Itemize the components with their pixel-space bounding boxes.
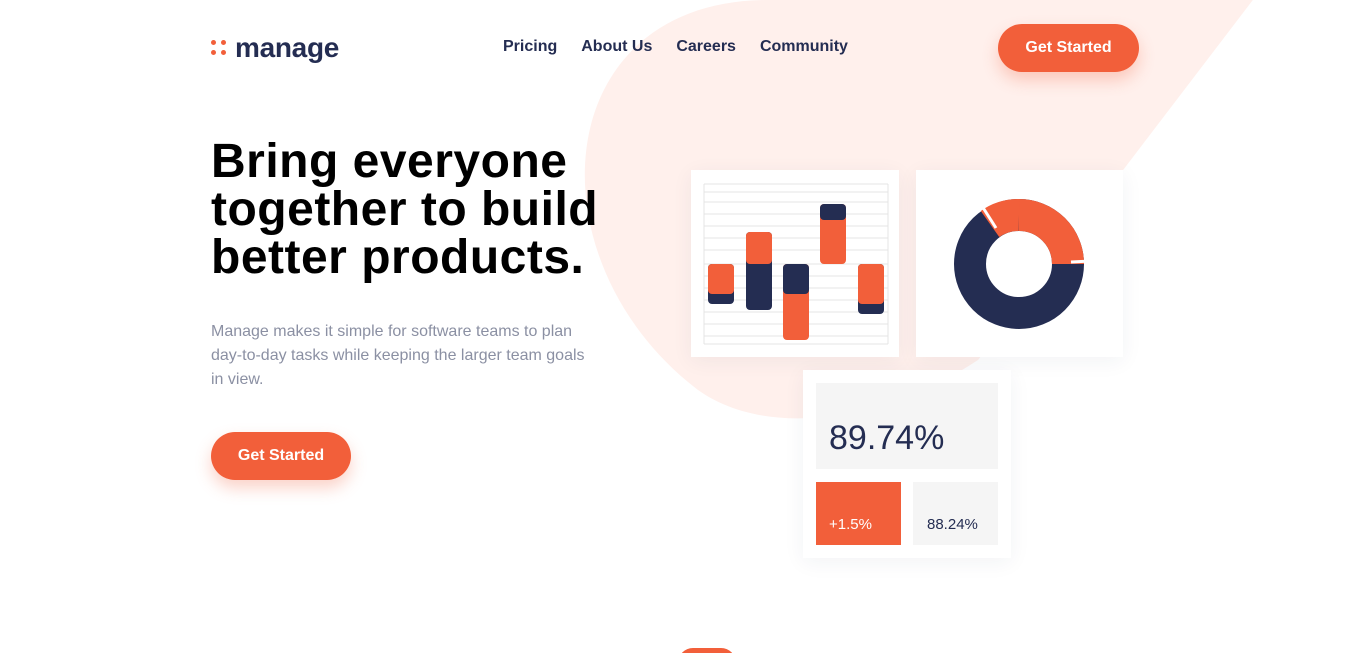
logo-text: manage [235,32,340,63]
stat-sub-value: 88.24% [913,482,998,545]
donut-chart-graphic [954,199,1092,329]
donut-chart-card [916,170,1123,357]
nav-link-about-us[interactable]: About Us [581,38,652,56]
nav-link-pricing[interactable]: Pricing [503,38,557,56]
hero-title: Bring everyone together to build better … [211,135,599,284]
hero-description: Manage makes it simple for software team… [211,323,585,388]
bar-chart-graphic [703,183,889,345]
logo[interactable]: manage [211,32,339,64]
main-nav: Pricing About Us Careers Community [503,38,848,56]
stat-delta-value: +1.5% [816,482,901,545]
nav-link-careers[interactable]: Careers [676,38,736,56]
bar-chart-card [691,170,899,357]
hero-get-started-button[interactable]: Get Started [211,432,351,480]
nav-link-community[interactable]: Community [760,38,848,56]
header-get-started-button[interactable]: Get Started [998,24,1139,72]
logo-mark-icon [211,40,227,56]
next-section-badge [678,648,736,653]
stats-card: 89.74% +1.5% 88.24% [803,370,1011,558]
stat-main-value: 89.74% [816,383,998,469]
